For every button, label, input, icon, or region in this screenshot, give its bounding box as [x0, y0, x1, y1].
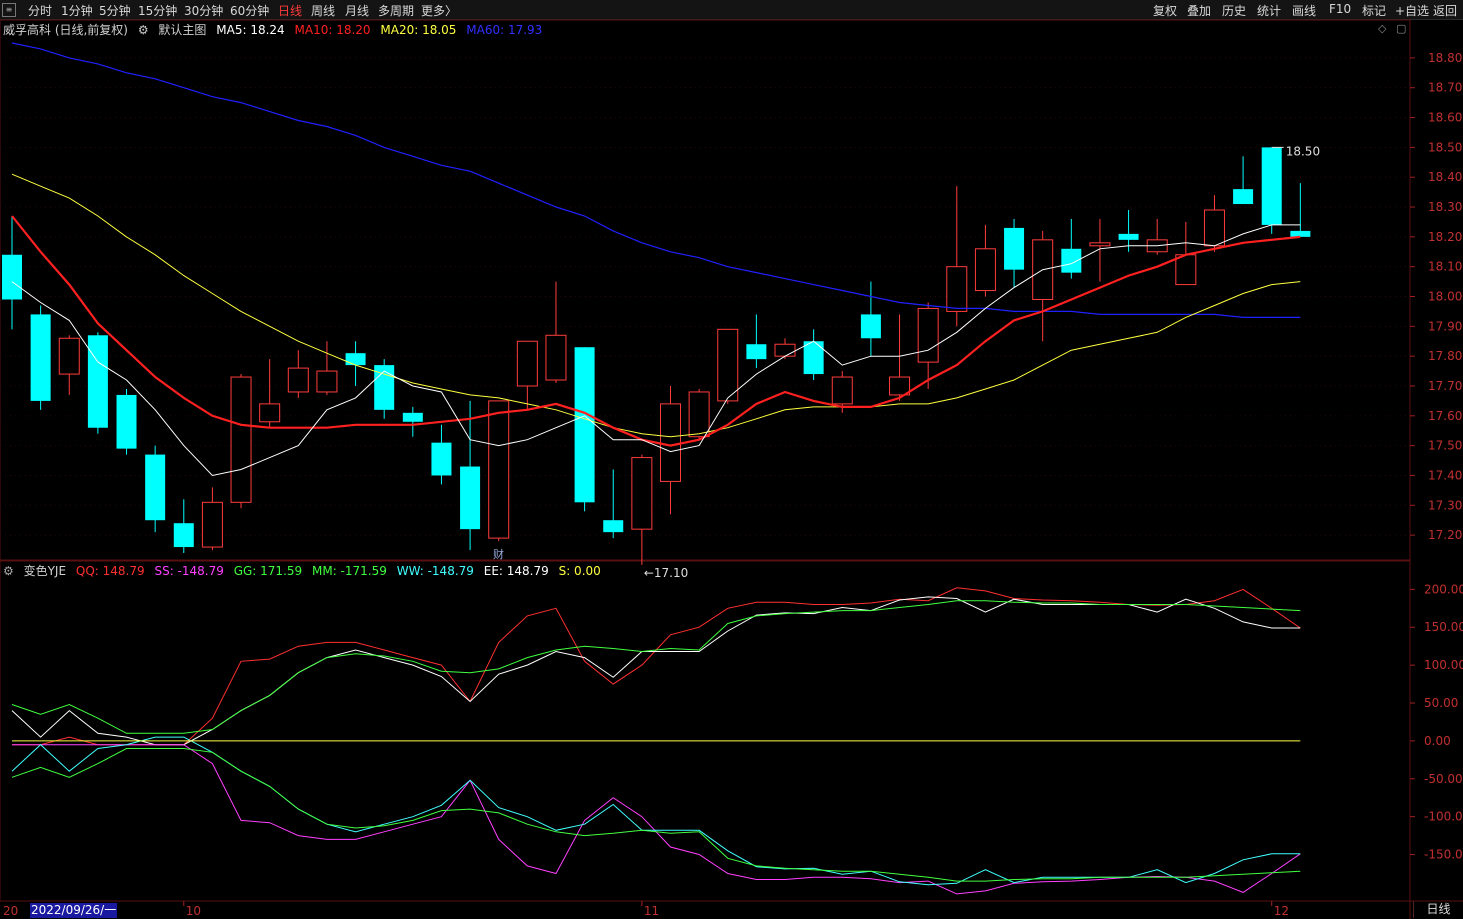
low-annotation: ←17.10 — [644, 566, 688, 580]
candle-body-up — [287, 367, 309, 393]
sub-series-line-ss — [12, 744, 1301, 895]
price-tick-label: 18.40 — [1428, 170, 1462, 184]
candle-body-down — [402, 412, 423, 422]
candle-body-down — [87, 335, 108, 428]
ma10-line — [11, 215, 1301, 447]
sub-series-line-gg — [11, 600, 1301, 734]
candle-body-down — [173, 523, 194, 548]
price-tick-label: 17.70 — [1428, 379, 1462, 393]
ma20-line — [11, 173, 1301, 438]
candle-body-up — [259, 403, 281, 423]
candle-body-up — [946, 266, 968, 312]
candle-body-down — [30, 314, 51, 401]
candle-body-up — [1203, 209, 1225, 247]
sub-tick-label: -150.00 — [1424, 848, 1463, 862]
price-tick-label: 17.30 — [1428, 498, 1462, 512]
candle-body-down — [116, 394, 137, 449]
candle-body-up — [974, 248, 996, 292]
price-tick-label: 17.20 — [1428, 528, 1462, 542]
sub-series-line-ee — [11, 596, 1301, 746]
candle-body-down — [1004, 227, 1025, 270]
main-chart-frame — [0, 19, 1411, 561]
candle-body-up — [1089, 242, 1111, 247]
x-axis-year-label: 20 — [3, 904, 18, 918]
candle-body-down — [860, 314, 881, 339]
x-axis-month-label: 12 — [1274, 904, 1289, 918]
price-tick-label: 18.20 — [1428, 230, 1462, 244]
price-tick-label: 18.00 — [1428, 290, 1462, 304]
candle-body-up — [688, 391, 710, 438]
price-tick-label: 18.50 — [1428, 140, 1462, 154]
sub-tick-label: -50.00 — [1424, 772, 1463, 786]
price-tick-label: 17.60 — [1428, 409, 1462, 423]
finance-mark[interactable]: 财 — [493, 546, 504, 562]
kline-chart[interactable]: 18.80 18.70 18.60 18.50 18.40 18.30 18.20 18.10… — [0, 0, 1463, 919]
candle-body-down — [460, 466, 481, 530]
candle-body-up — [316, 370, 338, 393]
sub-tick-label: 100.00 — [1424, 658, 1463, 672]
price-tick-label: 17.90 — [1428, 319, 1462, 333]
candle-body-down — [746, 344, 767, 360]
sub-tick-label: 0.00 — [1424, 734, 1451, 748]
sub-chart-frame — [0, 560, 1411, 902]
price-tick-label: 17.50 — [1428, 439, 1462, 453]
candle-body-down — [603, 520, 624, 533]
price-tick-label: 17.40 — [1428, 468, 1462, 482]
candle-body-up — [717, 328, 739, 402]
ma60-line — [11, 42, 1301, 318]
candle-body-up — [545, 334, 567, 381]
candle-body-down — [1233, 189, 1254, 205]
candle-body-up — [831, 376, 853, 405]
candle-body-down — [1118, 233, 1139, 240]
price-tick-label: 18.80 — [1428, 51, 1462, 65]
candle-body-down — [1061, 248, 1082, 273]
x-axis-month-label: 11 — [644, 904, 659, 918]
candle-body-up — [1175, 254, 1197, 286]
sub-series-line-qq — [12, 587, 1301, 746]
ma5-line — [11, 224, 1301, 477]
candle-body-up — [774, 343, 796, 357]
sub-tick-label: 150.00 — [1424, 620, 1463, 634]
price-tick-label: 18.10 — [1428, 260, 1462, 274]
sub-series-line-mm — [11, 748, 1301, 882]
candle-body-up — [488, 400, 510, 539]
candle-body-down — [574, 347, 595, 503]
sub-tick-label: 200.00 — [1424, 582, 1463, 596]
candle-body-up — [516, 340, 538, 387]
candle-body-down — [145, 454, 166, 521]
candle-body-up — [631, 457, 653, 530]
candle-body-down — [345, 353, 366, 366]
sub-tick-label: -100.00 — [1424, 810, 1463, 824]
price-tick-label: 18.30 — [1428, 200, 1462, 214]
candle-body-down — [1290, 230, 1311, 237]
high-annotation: 18.50 — [1286, 144, 1320, 158]
price-tick-label: 17.80 — [1428, 349, 1462, 363]
price-tick-label: 18.60 — [1428, 111, 1462, 125]
candle-body-up — [917, 307, 939, 363]
cursor-date-label: 2022/09/26/一 — [30, 903, 118, 918]
sub-tick-label: 50.00 — [1424, 696, 1458, 710]
candle-body-up — [201, 501, 223, 548]
candle-body-down — [1261, 147, 1282, 225]
candle-body-down — [2, 254, 22, 300]
period-label: 日线 — [1413, 901, 1463, 918]
price-tick-label: 18.70 — [1428, 81, 1462, 95]
x-axis-month-label: 10 — [186, 904, 201, 918]
candle-body-down — [431, 442, 452, 476]
candle-body-up — [230, 376, 252, 503]
candle-body-up — [58, 337, 80, 375]
candle-body-down — [803, 341, 824, 375]
candle-body-up — [659, 403, 681, 482]
